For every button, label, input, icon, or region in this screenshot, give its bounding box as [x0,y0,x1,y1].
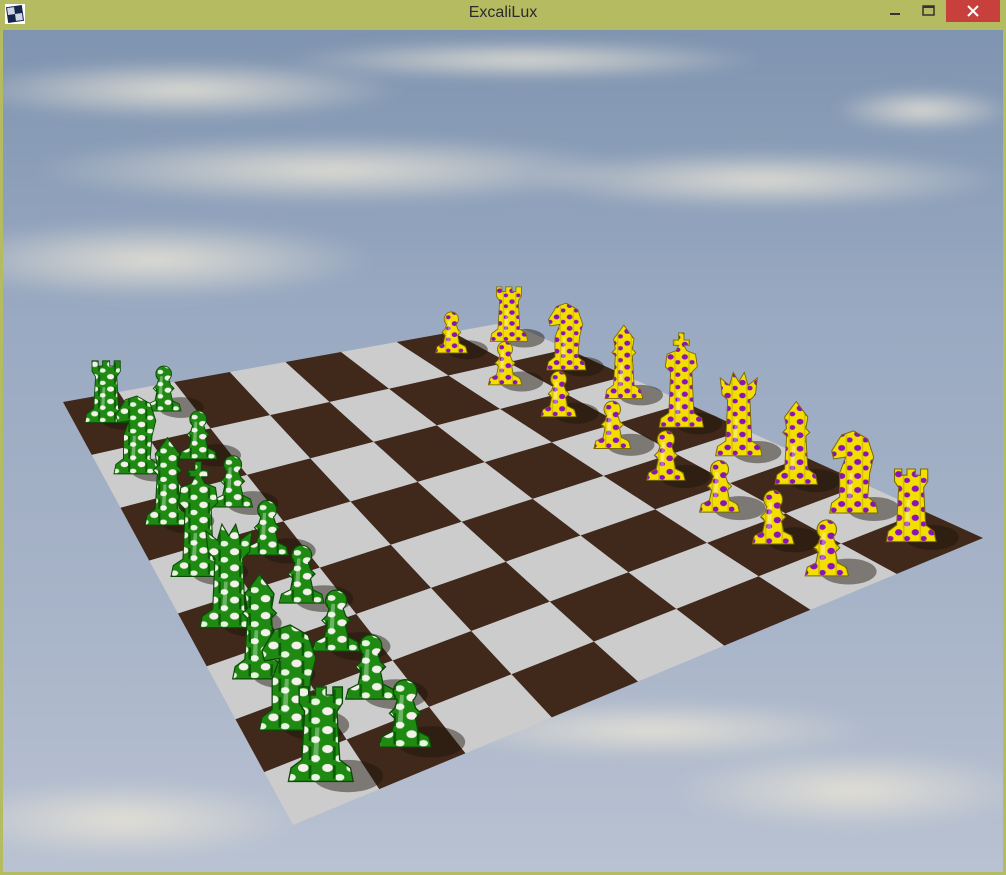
close-button[interactable] [946,0,1000,22]
app-window: ExcaliLux [0,0,1006,875]
window-title: ExcaliLux [468,4,538,21]
title-bar[interactable]: ExcaliLux [0,0,1006,30]
maximize-button[interactable] [912,0,946,22]
maximize-icon [922,5,935,16]
close-icon [967,5,979,17]
minimize-icon [890,13,900,15]
chess-scene[interactable] [3,30,1003,872]
minimize-button[interactable] [880,0,912,22]
3d-viewport[interactable] [3,30,1003,872]
